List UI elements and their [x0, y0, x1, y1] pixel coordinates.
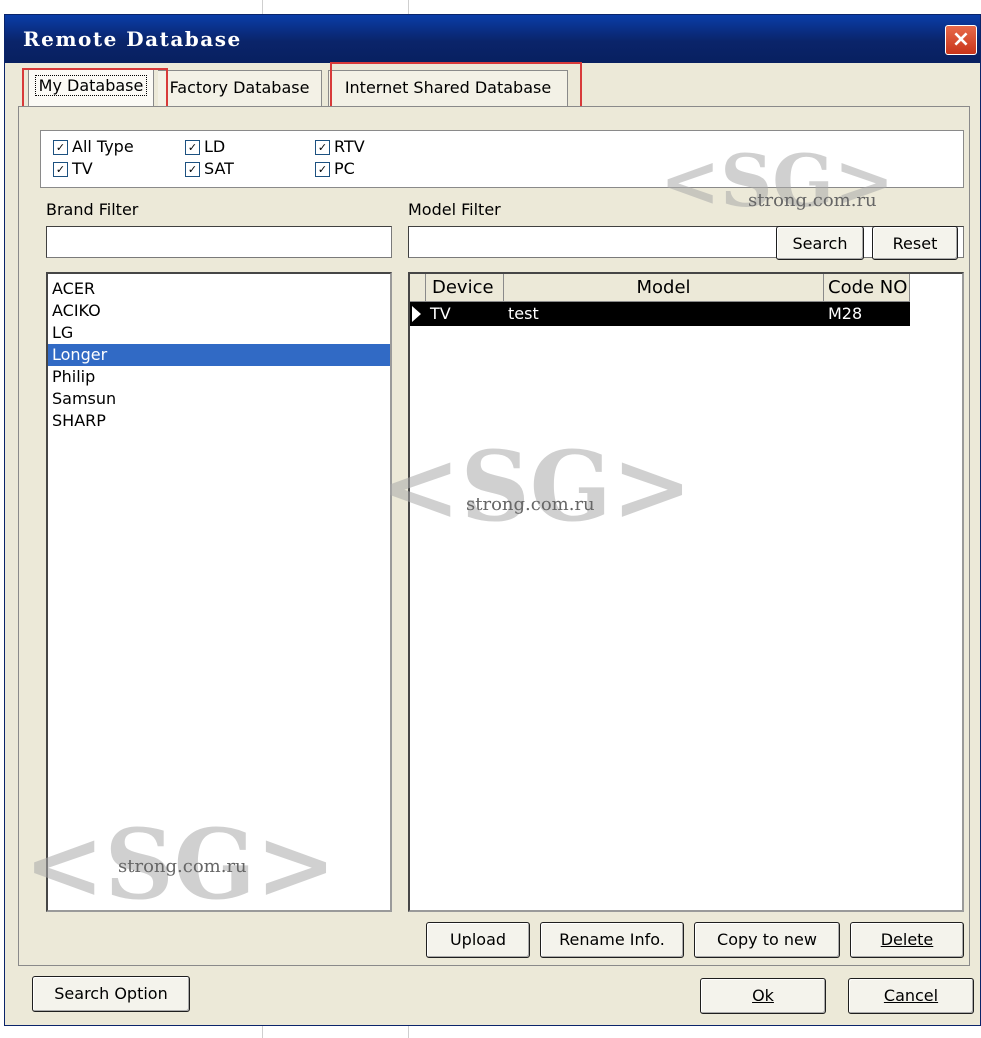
cancel-button[interactable]: Cancel	[848, 978, 974, 1014]
list-item[interactable]: ACER	[48, 278, 390, 300]
model-filter-label: Model Filter	[408, 200, 501, 219]
checkbox-pc[interactable]: ✓ PC	[315, 159, 355, 179]
cell-device: TV	[430, 304, 451, 323]
model-grid[interactable]: Device Model Code NO TV test M28	[408, 272, 964, 912]
brand-filter-input[interactable]	[46, 226, 392, 258]
column-header-code[interactable]: Code NO	[824, 274, 910, 302]
rename-info-button[interactable]: Rename Info.	[540, 922, 684, 958]
checkbox-checked-icon: ✓	[315, 140, 330, 155]
checkbox-checked-icon: ✓	[315, 162, 330, 177]
checkbox-checked-icon: ✓	[53, 140, 68, 155]
checkbox-checked-icon: ✓	[53, 162, 68, 177]
cell-model: test	[508, 304, 539, 323]
list-item[interactable]: LG	[48, 322, 390, 344]
list-item[interactable]: Philip	[48, 366, 390, 388]
reset-button[interactable]: Reset	[872, 226, 958, 260]
list-item-selected[interactable]: Longer	[48, 344, 390, 366]
title-bar[interactable]: Remote Database ×	[5, 15, 980, 63]
column-header-device[interactable]: Device	[426, 274, 504, 302]
cell-code: M28	[828, 304, 863, 323]
window-title: Remote Database	[23, 27, 242, 51]
checkbox-all-type[interactable]: ✓ All Type	[53, 137, 134, 157]
list-item[interactable]: Samsun	[48, 388, 390, 410]
brand-filter-label: Brand Filter	[46, 200, 139, 219]
close-icon: ×	[951, 27, 971, 52]
copy-to-new-button[interactable]: Copy to new	[694, 922, 840, 958]
list-item[interactable]: SHARP	[48, 410, 390, 432]
close-button[interactable]: ×	[945, 25, 977, 55]
watermark-url: strong.com.ru	[748, 190, 877, 211]
checkbox-tv[interactable]: ✓ TV	[53, 159, 93, 179]
checkbox-rtv[interactable]: ✓ RTV	[315, 137, 365, 157]
checkbox-ld[interactable]: ✓ LD	[185, 137, 225, 157]
watermark-logo: <SG>	[380, 430, 693, 543]
column-header-model[interactable]: Model	[504, 274, 824, 302]
table-row[interactable]: TV test M28	[410, 302, 910, 326]
row-pointer-icon	[412, 306, 421, 322]
grid-corner-header	[410, 274, 426, 302]
watermark-url: strong.com.ru	[466, 494, 595, 515]
tab-label: Factory Database	[169, 78, 310, 97]
search-button[interactable]: Search	[776, 226, 864, 260]
ok-button[interactable]: Ok	[700, 978, 826, 1014]
checkbox-checked-icon: ✓	[185, 140, 200, 155]
list-item[interactable]: ACIKO	[48, 300, 390, 322]
watermark-url: strong.com.ru	[118, 856, 247, 877]
checkbox-checked-icon: ✓	[185, 162, 200, 177]
search-option-button[interactable]: Search Option	[32, 976, 190, 1012]
delete-button[interactable]: Delete	[850, 922, 964, 958]
tab-factory-database[interactable]: Factory Database	[158, 70, 322, 106]
checkbox-sat[interactable]: ✓ SAT	[185, 159, 234, 179]
upload-button[interactable]: Upload	[426, 922, 530, 958]
